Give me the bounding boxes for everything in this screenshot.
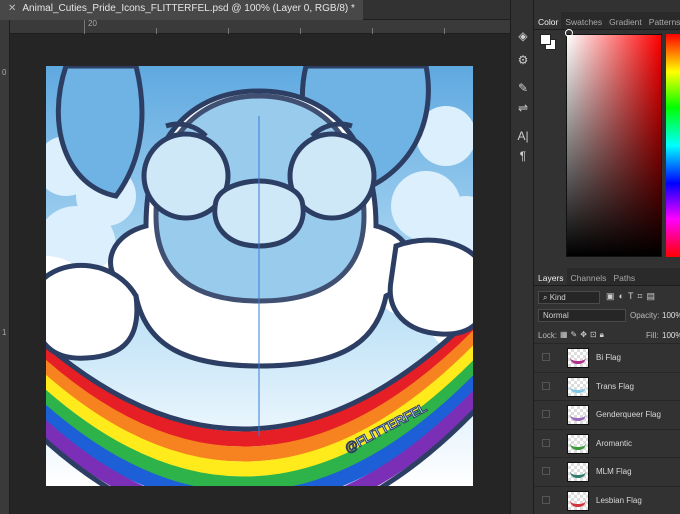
- color-picker-field[interactable]: [566, 34, 662, 257]
- document-area: ✕ Animal_Cuties_Pride_Icons_FLITTERFEL.p…: [0, 0, 510, 514]
- search-icon: ⌕: [543, 293, 550, 302]
- layer-thumbnail: [567, 405, 589, 425]
- panel-tool-strip: ◈ ⚙ ✎ ⇌ A| ¶: [510, 0, 534, 514]
- tab-patterns[interactable]: Patterns: [645, 12, 680, 29]
- document-tab[interactable]: ✕ Animal_Cuties_Pride_Icons_FLITTERFEL.p…: [0, 0, 363, 20]
- filter-kind-label: Kind: [549, 293, 566, 302]
- lock-label: Lock:: [538, 331, 558, 340]
- layer-name: MLM Flag: [596, 467, 632, 476]
- visibility-toggle[interactable]: [542, 467, 550, 475]
- layer-name: Trans Flag: [596, 381, 634, 391]
- visibility-toggle[interactable]: [542, 410, 550, 418]
- layer-thumbnail: [567, 348, 589, 368]
- artwork-canvas[interactable]: @FLITTERFEL: [46, 66, 473, 486]
- layer-thumbnail: [567, 490, 589, 511]
- visibility-toggle[interactable]: [542, 353, 550, 361]
- layer-row[interactable]: MLM Flag: [534, 457, 680, 485]
- ruler-vertical[interactable]: 0 1: [0, 20, 10, 514]
- foreground-color-swatch[interactable]: [540, 34, 551, 45]
- layer-thumbnail: [567, 433, 589, 454]
- layers-panel-tabs: Layers Channels Paths: [534, 268, 680, 286]
- layer-thumbnail: [567, 462, 589, 482]
- filter-type-icons[interactable]: ▣◐T⌗▤: [606, 291, 659, 302]
- right-panels: Color Swatches Gradient Patterns Layers …: [534, 0, 680, 514]
- hue-slider[interactable]: [666, 34, 680, 257]
- document-tab-title: Animal_Cuties_Pride_Icons_FLITTERFEL.psd…: [22, 3, 355, 14]
- tab-color[interactable]: Color: [534, 12, 562, 29]
- layers-controls: ⌕ Kind ▣◐T⌗▤ Normal Opacity: 100% Lock: …: [534, 287, 680, 347]
- layer-row[interactable]: Bi Flag: [534, 343, 680, 371]
- ruler-horizontal[interactable]: 20: [10, 19, 510, 34]
- layer-row[interactable]: Lesbian Flag: [534, 485, 680, 514]
- layer-name: Aromantic: [596, 438, 633, 448]
- tab-channels[interactable]: Channels: [567, 268, 610, 285]
- layer-row[interactable]: Aromantic: [534, 428, 680, 457]
- layer-filter-select[interactable]: ⌕ Kind: [538, 291, 600, 304]
- fx-icon[interactable]: ⚙: [515, 52, 531, 68]
- tab-gradient[interactable]: Gradient: [605, 12, 645, 29]
- color-picker-cursor[interactable]: [565, 29, 573, 37]
- canvas-pasteboard[interactable]: @FLITTERFEL: [10, 34, 510, 514]
- opacity-label: Opacity:: [630, 311, 660, 320]
- color-panel-tabs: Color Swatches Gradient Patterns: [534, 12, 680, 30]
- layer-name: Genderqueer Flag: [596, 410, 661, 419]
- tab-layers[interactable]: Layers: [534, 268, 567, 285]
- ruler-label: 0: [2, 68, 7, 77]
- fill-label: Fill:: [646, 331, 659, 340]
- text-icon[interactable]: A|: [515, 128, 531, 144]
- blend-mode-select[interactable]: Normal: [538, 309, 626, 322]
- visibility-toggle[interactable]: [542, 381, 550, 390]
- tab-swatches[interactable]: Swatches: [561, 12, 605, 29]
- close-icon[interactable]: ✕: [8, 3, 16, 20]
- pride-icon-artwork: @FLITTERFEL: [46, 66, 473, 486]
- visibility-toggle[interactable]: [542, 495, 550, 504]
- 3d-rotate-icon[interactable]: ◈: [515, 28, 531, 44]
- opacity-input[interactable]: 100%: [662, 311, 680, 320]
- brush-settings-icon[interactable]: ✎: [515, 80, 531, 96]
- fill-input[interactable]: 100%: [662, 331, 680, 340]
- layer-thumbnail: [567, 376, 589, 397]
- document-tab-bar: ✕ Animal_Cuties_Pride_Icons_FLITTERFEL.p…: [0, 0, 510, 20]
- adjust-icon[interactable]: ⇌: [515, 100, 531, 116]
- layers-list: Bi Flag Trans Flag Genderqueer Flag Aromant…: [534, 343, 680, 514]
- layer-row[interactable]: Genderqueer Flag: [534, 400, 680, 428]
- lock-icons[interactable]: ▦✎✥⊡🔒︎: [560, 330, 607, 340]
- layer-row[interactable]: Trans Flag: [534, 371, 680, 400]
- layer-name: Bi Flag: [596, 353, 621, 362]
- photoshop-window: ✕ Animal_Cuties_Pride_Icons_FLITTERFEL.p…: [0, 0, 680, 514]
- paragraph-icon[interactable]: ¶: [515, 148, 531, 164]
- ruler-label: 20: [88, 19, 97, 28]
- tab-paths[interactable]: Paths: [609, 268, 638, 285]
- ruler-label: 1: [2, 328, 7, 337]
- visibility-toggle[interactable]: [542, 438, 550, 447]
- layer-name: Lesbian Flag: [596, 495, 642, 505]
